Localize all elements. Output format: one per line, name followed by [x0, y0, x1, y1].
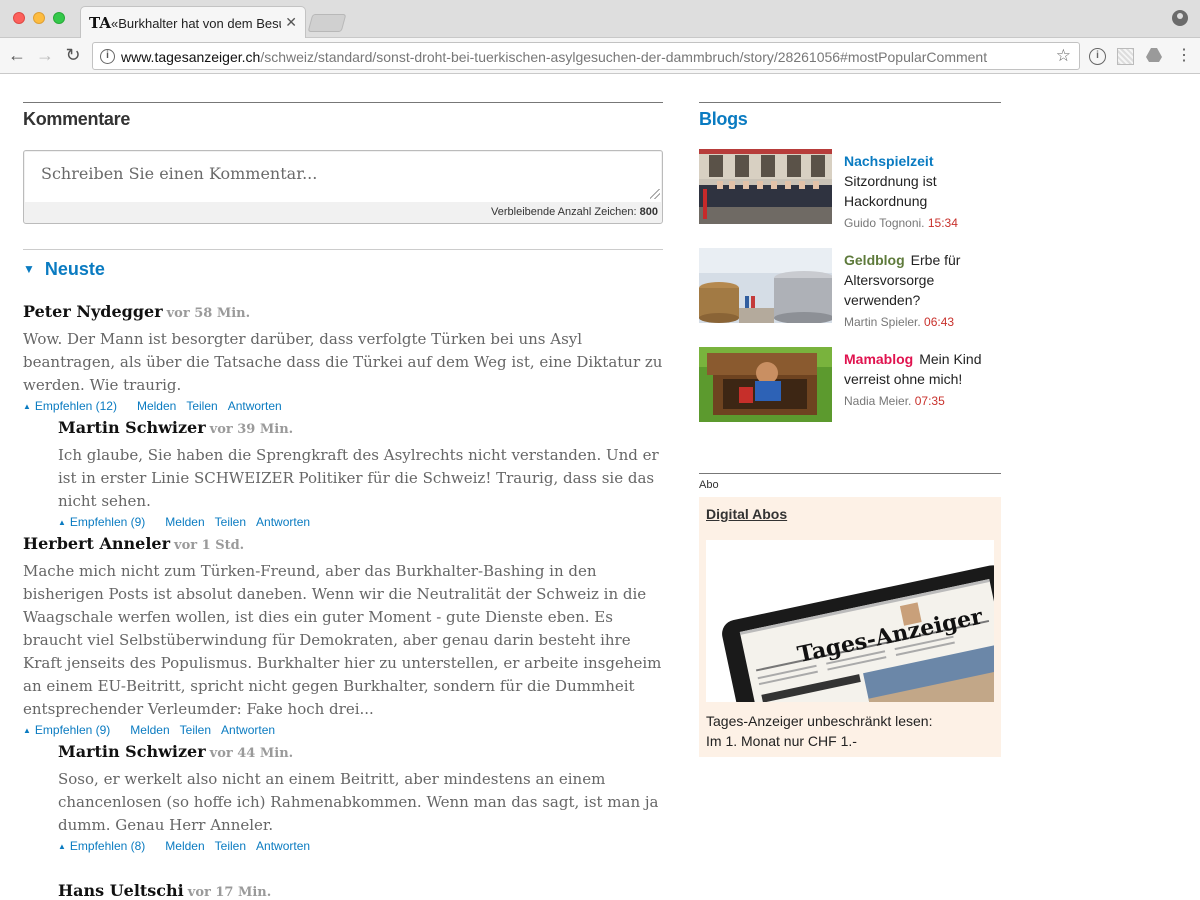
- share-button[interactable]: Teilen: [186, 399, 217, 413]
- sort-toggle-neuste[interactable]: ▼ Neuste: [23, 259, 105, 280]
- recommend-button[interactable]: ▲ Empfehlen (8): [58, 839, 155, 853]
- blog-text[interactable]: Geldblog Erbe für Altersvorsorge verwende…: [844, 250, 1001, 332]
- comment-text: Wow. Der Mann ist besorgter darüber, das…: [23, 330, 663, 394]
- reload-icon[interactable]: ↻: [62, 44, 84, 66]
- comment: Peter Nydegger vor 58 Min. Wow. Der Mann …: [23, 302, 663, 413]
- drive-icon[interactable]: [1145, 48, 1162, 65]
- close-icon[interactable]: ✕: [285, 14, 297, 30]
- blog-teaser[interactable]: Geldblog Erbe für Altersvorsorge verwende…: [699, 248, 1001, 329]
- profile-icon[interactable]: [1172, 10, 1188, 26]
- comment-time: vor 1 Std.: [174, 538, 245, 553]
- comment-actions: ▲ Empfehlen (9) Melden Teilen Antworten: [58, 515, 663, 529]
- comment-reply: Hans Ueltschi vor 17 Min.: [58, 881, 663, 900]
- share-button[interactable]: Teilen: [180, 723, 211, 737]
- triangle-up-icon: ▲: [58, 518, 66, 527]
- reply-button[interactable]: Antworten: [221, 723, 275, 737]
- triangle-up-icon: ▲: [23, 726, 31, 735]
- blog-headline[interactable]: Sitzordnung ist Hackordnung: [844, 173, 937, 209]
- extension-grid-icon[interactable]: [1117, 48, 1134, 65]
- browser-tab-bar: TA «Burkhalter hat von dem Besu ✕: [0, 0, 1200, 39]
- comment-reply: Martin Schwizer vor 39 Min. Ich glaube, S…: [58, 418, 663, 529]
- address-bar[interactable]: i www.tagesanzeiger.ch/schweiz/standard/…: [92, 42, 1080, 70]
- share-button[interactable]: Teilen: [215, 515, 246, 529]
- comment-actions: ▲ Empfehlen (9) Melden Teilen Antworten: [23, 723, 663, 737]
- abo-text[interactable]: Tages-Anzeiger unbeschränkt lesen: Im 1.…: [706, 711, 994, 751]
- extension-info-icon[interactable]: i: [1089, 48, 1106, 65]
- comments-section: Kommentare: [23, 102, 663, 130]
- triangle-up-icon: ▲: [23, 402, 31, 411]
- comment-time: vor 44 Min.: [209, 746, 294, 761]
- blog-teaser[interactable]: Mamablog Mein Kind verreist ohne mich! Na…: [699, 347, 1001, 423]
- minimize-window-button[interactable]: [33, 12, 45, 24]
- bookmark-star-icon[interactable]: ☆: [1056, 46, 1071, 66]
- blog-teaser[interactable]: Nachspielzeit Sitzordnung ist Hackordnun…: [699, 149, 1001, 230]
- comment-reply: Martin Schwizer vor 44 Min. Soso, er werk…: [58, 742, 663, 853]
- close-window-button[interactable]: [13, 12, 25, 24]
- tagesanzeiger-favicon-icon: TA: [89, 14, 111, 32]
- blog-meta: Guido Tognoni. 15:34: [844, 216, 958, 230]
- comment-author[interactable]: Hans Ueltschi: [58, 881, 184, 900]
- blog-thumbnail[interactable]: [699, 347, 832, 422]
- comment-author[interactable]: Martin Schwizer: [58, 418, 206, 437]
- blog-name[interactable]: Mamablog: [844, 351, 913, 367]
- resize-grip-icon[interactable]: [650, 189, 660, 199]
- blog-name[interactable]: Geldblog: [844, 252, 905, 268]
- report-button[interactable]: Melden: [137, 399, 176, 413]
- triangle-down-icon: ▼: [23, 262, 35, 276]
- url-text[interactable]: www.tagesanzeiger.ch/schweiz/standard/so…: [121, 49, 987, 65]
- comment-time: vor 17 Min.: [187, 885, 272, 900]
- blog-name[interactable]: Nachspielzeit: [844, 153, 933, 169]
- comments-title: Kommentare: [23, 109, 131, 129]
- report-button[interactable]: Melden: [130, 723, 169, 737]
- share-button[interactable]: Teilen: [215, 839, 246, 853]
- maximize-window-button[interactable]: [53, 12, 65, 24]
- recommend-button[interactable]: ▲ Empfehlen (12): [23, 399, 127, 413]
- comment-text: Mache mich nicht zum Türken-Freund, aber…: [23, 562, 662, 718]
- info-icon[interactable]: i: [100, 49, 115, 64]
- reply-button[interactable]: Antworten: [256, 515, 310, 529]
- reply-button[interactable]: Antworten: [228, 399, 282, 413]
- reply-button[interactable]: Antworten: [256, 839, 310, 853]
- blog-text[interactable]: Mamablog Mein Kind verreist ohne mich! Na…: [844, 349, 1001, 411]
- browser-tab[interactable]: TA «Burkhalter hat von dem Besu ✕: [80, 6, 306, 39]
- comment: Herbert Anneler vor 1 Std. Mache mich nic…: [23, 534, 663, 737]
- browser-toolbar: ← → ↻ i www.tagesanzeiger.ch/schweiz/sta…: [0, 38, 1200, 74]
- blog-meta: Nadia Meier. 07:35: [844, 394, 945, 408]
- comment-author[interactable]: Martin Schwizer: [58, 742, 206, 761]
- comment-form: Verbleibende Anzahl Zeichen: 800: [23, 150, 663, 224]
- comment-author[interactable]: Herbert Anneler: [23, 534, 170, 553]
- menu-dots-icon[interactable]: ⋮: [1176, 47, 1192, 65]
- report-button[interactable]: Melden: [165, 515, 204, 529]
- abo-title-link[interactable]: Digital Abos: [706, 506, 787, 522]
- triangle-up-icon: ▲: [58, 842, 66, 851]
- tab-title: «Burkhalter hat von dem Besu: [111, 16, 281, 31]
- blog-text[interactable]: Nachspielzeit Sitzordnung ist Hackordnun…: [844, 151, 1001, 233]
- comment-actions: ▲ Empfehlen (12) Melden Teilen Antworten: [23, 399, 663, 413]
- comment-text: Soso, er werkelt also nicht an einem Bei…: [58, 770, 659, 834]
- blog-meta: Martin Spieler. 06:43: [844, 315, 955, 329]
- recommend-button[interactable]: ▲ Empfehlen (9): [23, 723, 120, 737]
- blogs-section: Blogs: [699, 102, 1001, 130]
- recommend-button[interactable]: ▲ Empfehlen (9): [58, 515, 155, 529]
- blog-thumbnail[interactable]: [699, 248, 832, 323]
- comment-text: Ich glaube, Sie haben die Sprengkraft de…: [58, 446, 659, 510]
- comment-actions: ▲ Empfehlen (8) Melden Teilen Antworten: [58, 839, 663, 853]
- new-tab-button[interactable]: [307, 14, 347, 32]
- comment-input[interactable]: [25, 152, 661, 202]
- comment-time: vor 58 Min.: [166, 306, 251, 321]
- comment-author[interactable]: Peter Nydegger: [23, 302, 163, 321]
- abo-ad[interactable]: Digital Abos Tages-Anzeiger Tages-Anzeig…: [699, 497, 1001, 757]
- report-button[interactable]: Melden: [165, 839, 204, 853]
- blogs-title[interactable]: Blogs: [699, 109, 1001, 130]
- abo-label: Abo: [699, 479, 719, 491]
- blog-thumbnail[interactable]: [699, 149, 832, 224]
- forward-arrow-icon[interactable]: →: [34, 44, 56, 66]
- tablet-image[interactable]: Tages-Anzeiger: [706, 540, 994, 702]
- char-counter: Verbleibende Anzahl Zeichen: 800: [491, 206, 658, 218]
- back-arrow-icon[interactable]: ←: [6, 44, 28, 66]
- comment-time: vor 39 Min.: [209, 422, 294, 437]
